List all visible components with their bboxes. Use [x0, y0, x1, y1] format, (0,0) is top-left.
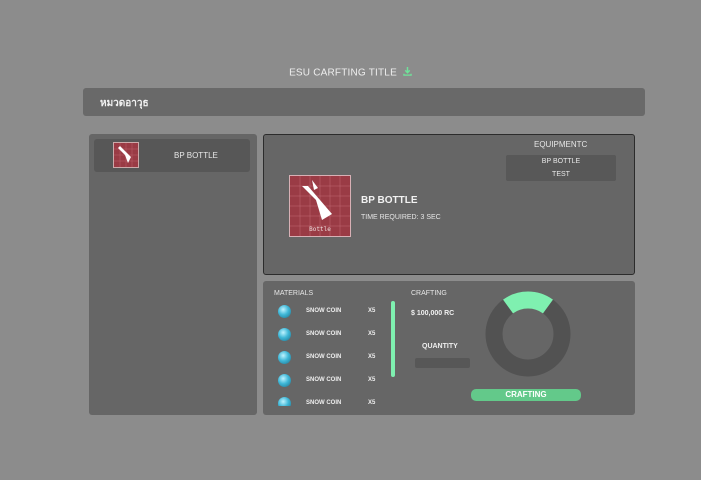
equipment-title: EQUIPMENTC: [534, 140, 588, 149]
bottle-thumbnail-icon: [113, 142, 139, 168]
snow-coin-icon: [278, 374, 291, 387]
materials-list: SNOW COIN X5 SNOW COIN X5 SNOW COIN X5 S…: [274, 303, 394, 406]
equipment-item: TEST: [552, 171, 570, 178]
quantity-label: QUANTITY: [422, 343, 458, 350]
material-row: SNOW COIN X5: [274, 373, 394, 389]
item-list-panel: BP BOTTLE: [89, 134, 257, 415]
crafting-price: $ 100,000 RC: [411, 310, 455, 317]
equipment-item: BP BOTTLE: [541, 158, 581, 165]
material-name: SNOW COIN: [306, 331, 342, 337]
bottle-image: Bottle: [289, 175, 351, 237]
material-name: SNOW COIN: [306, 308, 342, 314]
list-item-bp-bottle[interactable]: BP BOTTLE: [94, 139, 250, 172]
material-qty: X5: [368, 308, 376, 314]
snow-coin-icon: [278, 351, 291, 364]
progress-ring-track: [485, 291, 571, 377]
thumbnail-caption: Bottle: [309, 226, 331, 233]
snow-coin-icon: [278, 328, 291, 341]
snow-coin-icon: [278, 397, 291, 406]
crafting-button[interactable]: CRAFTING: [471, 389, 581, 401]
category-label: หมวดอาวุธ: [100, 98, 149, 109]
material-qty: X5: [368, 354, 376, 360]
material-name: SNOW COIN: [306, 354, 342, 360]
crafting-panel: MATERIALS SNOW COIN X5 SNOW COIN X5 SNOW…: [263, 281, 635, 415]
material-row: SNOW COIN X5: [274, 396, 394, 406]
quantity-input[interactable]: [415, 358, 470, 368]
category-bar[interactable]: หมวดอาวุธ: [83, 88, 645, 116]
material-qty: X5: [368, 400, 376, 406]
material-qty: X5: [368, 331, 376, 337]
item-detail-panel: Bottle BP BOTTLE TIME REQUIRED: 3 SEC EQ…: [263, 134, 635, 275]
crafting-title: CRAFTING: [411, 290, 447, 297]
item-name: BP BOTTLE: [361, 195, 418, 206]
download-icon[interactable]: [403, 67, 412, 79]
material-row: SNOW COIN X5: [274, 304, 394, 320]
materials-scrollbar[interactable]: [391, 301, 395, 377]
material-row: SNOW COIN X5: [274, 350, 394, 366]
material-name: SNOW COIN: [306, 377, 342, 383]
equipment-box: BP BOTTLE TEST: [506, 155, 616, 181]
material-qty: X5: [368, 377, 376, 383]
snow-coin-icon: [278, 305, 291, 318]
materials-title: MATERIALS: [274, 290, 314, 297]
material-row: SNOW COIN X5: [274, 327, 394, 343]
crafting-progress-ring: [485, 291, 571, 377]
time-required: TIME REQUIRED: 3 SEC: [361, 214, 441, 221]
app-title: ESU CARFTING TITLE: [0, 67, 701, 79]
app-title-text: ESU CARFTING TITLE: [289, 67, 397, 79]
material-name: SNOW COIN: [306, 400, 342, 406]
list-item-label: BP BOTTLE: [174, 151, 218, 160]
progress-ring-fill: [503, 291, 553, 314]
